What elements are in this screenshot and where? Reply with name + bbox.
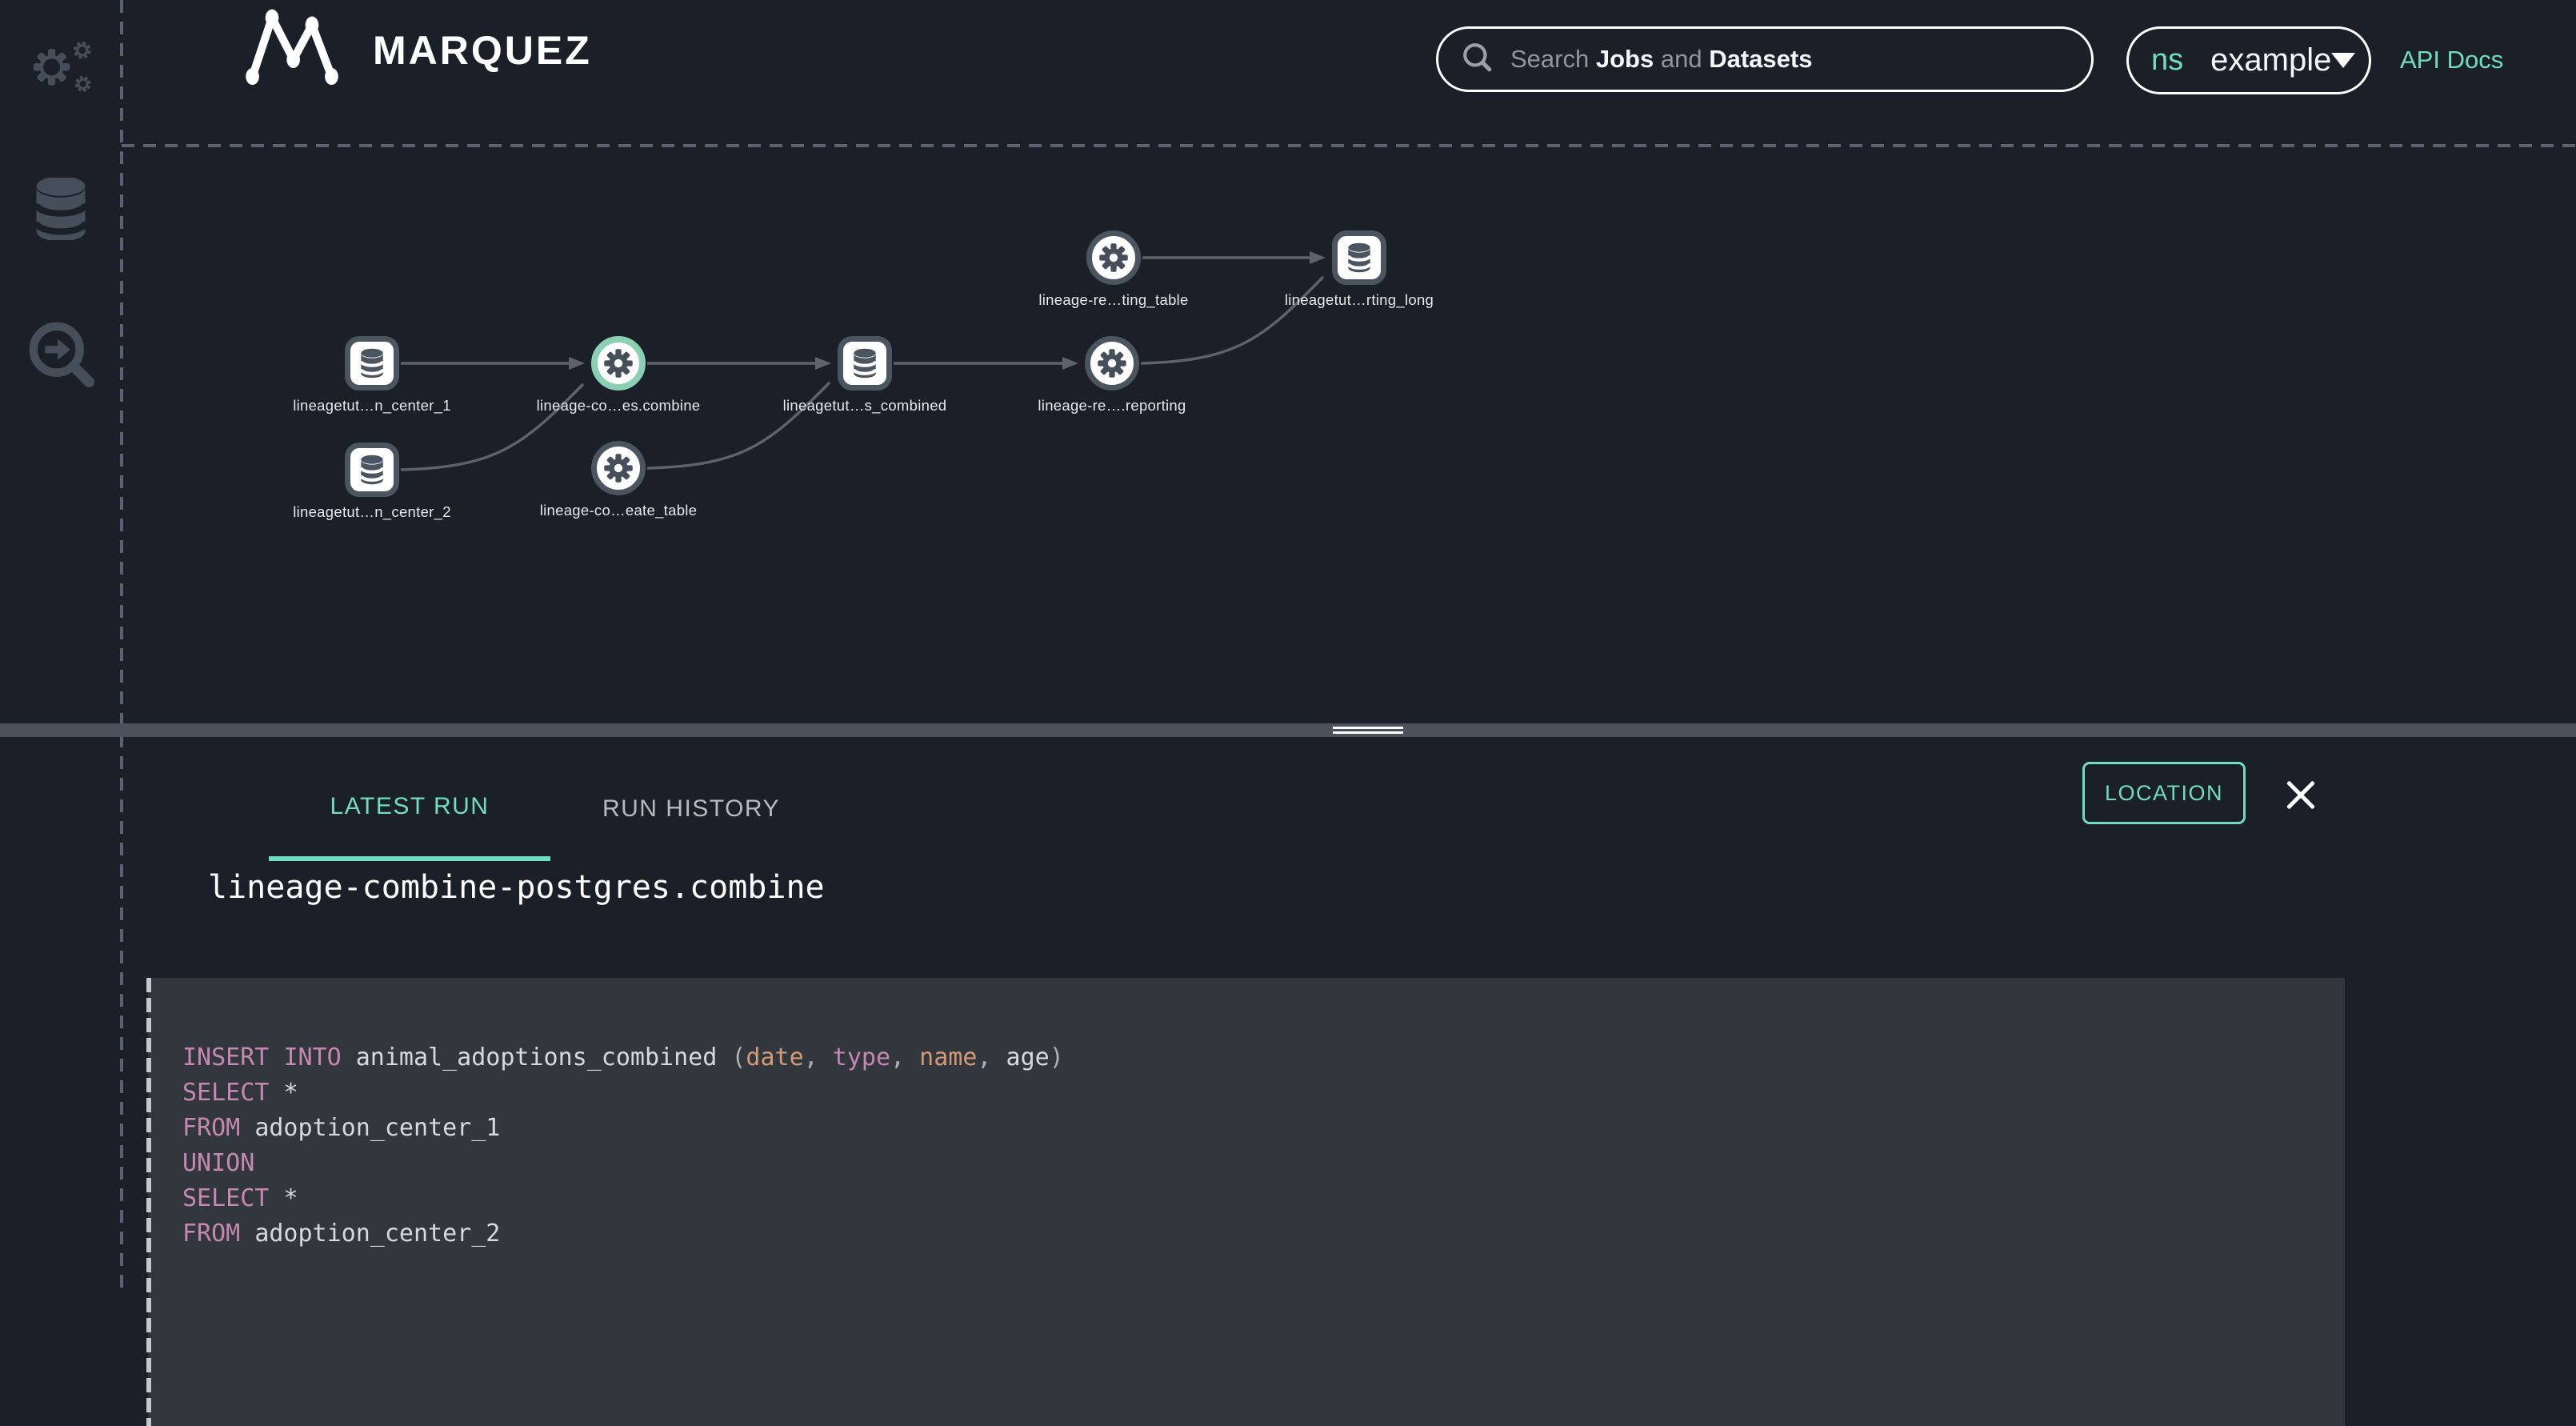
graph-node-re_ting_table[interactable] — [1086, 230, 1141, 285]
sidebar-item-events[interactable] — [0, 320, 122, 391]
graph-node-eate_table[interactable] — [591, 441, 646, 495]
graph-node-label: lineage-co…eate_table — [458, 502, 778, 519]
graph-node-combine[interactable] — [591, 336, 646, 391]
sql-code: INSERT INTO animal_adoptions_combined (d… — [182, 1040, 1064, 1252]
sql-line: SELECT * — [182, 1181, 1064, 1216]
panel-resize-handle[interactable] — [0, 723, 2576, 737]
graph-node-label: lineage-re….reporting — [952, 397, 1272, 415]
chevron-down-icon — [2331, 53, 2355, 68]
namespace-select[interactable]: ns example — [2126, 26, 2371, 94]
api-docs-link[interactable]: API Docs — [2400, 46, 2503, 74]
graph-node-n_center_2[interactable] — [345, 443, 399, 497]
gears-icon — [22, 30, 99, 102]
namespace-value: example — [2210, 42, 2331, 78]
sidebar-item-jobs[interactable] — [0, 30, 122, 102]
logo: MARQUEZ — [240, 8, 592, 92]
graph-node-re_reporting[interactable] — [1085, 336, 1139, 391]
close-icon[interactable] — [2283, 777, 2318, 812]
search-placeholder: Search Jobs and Datasets — [1510, 45, 1812, 74]
edge-eate_table-to-s_combined — [647, 383, 830, 468]
sidebar-item-datasets[interactable] — [0, 178, 122, 244]
search-arrow-icon — [27, 320, 94, 391]
lineage-graph[interactable]: lineagetut…n_center_1 lineage-co…es.comb… — [122, 147, 2576, 722]
marquez-app: { "app": {"title": "MARQUEZ"}, "palette"… — [0, 0, 2576, 1296]
sql-line: FROM adoption_center_2 — [182, 1216, 1064, 1252]
graph-node-rting_long[interactable] — [1332, 230, 1386, 285]
graph-node-label: lineagetut…rting_long — [1199, 291, 1519, 309]
marquez-logo-icon — [240, 8, 352, 92]
search-input[interactable]: Search Jobs and Datasets — [1436, 26, 2094, 92]
detail-panel: LATEST RUN RUN HISTORY LOCATION lineage-… — [0, 737, 2576, 1296]
edge-re_reporting-to-rting_long — [1141, 277, 1323, 363]
namespace-prefix: ns — [2151, 43, 2183, 78]
graph-node-s_combined[interactable] — [838, 336, 892, 391]
tab-latest-run[interactable]: LATEST RUN — [269, 756, 550, 861]
sql-code-block: INSERT INTO animal_adoptions_combined (d… — [148, 978, 2345, 1426]
graph-node-n_center_1[interactable] — [345, 336, 399, 391]
logo-text: MARQUEZ — [373, 27, 592, 74]
code-block-dashed-border — [146, 978, 151, 1426]
sql-line: INSERT INTO animal_adoptions_combined (d… — [182, 1040, 1064, 1076]
tab-run-history[interactable]: RUN HISTORY — [550, 756, 832, 861]
sql-line: SELECT * — [182, 1076, 1064, 1111]
sql-line: UNION — [182, 1146, 1064, 1181]
header: MARQUEZ Search Jobs and Datasets ns exam… — [122, 0, 2576, 146]
sql-line: FROM adoption_center_1 — [182, 1111, 1064, 1146]
detail-tabs: LATEST RUN RUN HISTORY — [269, 756, 832, 861]
search-icon — [1461, 41, 1494, 78]
job-name: lineage-combine-postgres.combine — [208, 869, 825, 906]
location-button[interactable]: LOCATION — [2082, 762, 2246, 824]
database-icon — [30, 178, 92, 244]
